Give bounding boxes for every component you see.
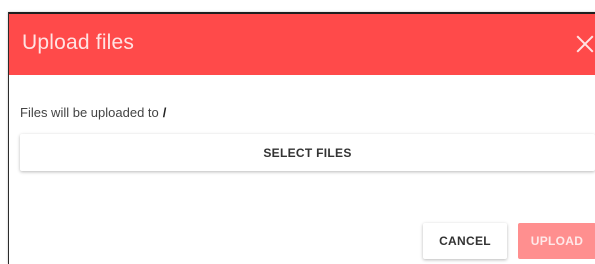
dialog-title: Upload files: [22, 31, 135, 54]
destination-label: Files will be uploaded to: [20, 105, 159, 120]
destination-path: /: [162, 105, 167, 120]
destination-text: Files will be uploaded to /: [20, 105, 166, 120]
select-files-button[interactable]: SELECT FILES: [20, 134, 595, 171]
background-strip: [0, 0, 595, 12]
upload-dialog: Upload files Files will be uploaded to / …: [8, 12, 595, 264]
upload-button[interactable]: UPLOAD: [518, 223, 595, 259]
cancel-button[interactable]: CANCEL: [423, 223, 507, 259]
dialog-header: Upload files: [9, 14, 595, 75]
close-icon[interactable]: [574, 33, 595, 55]
screen: Upload files Files will be uploaded to / …: [0, 0, 595, 264]
